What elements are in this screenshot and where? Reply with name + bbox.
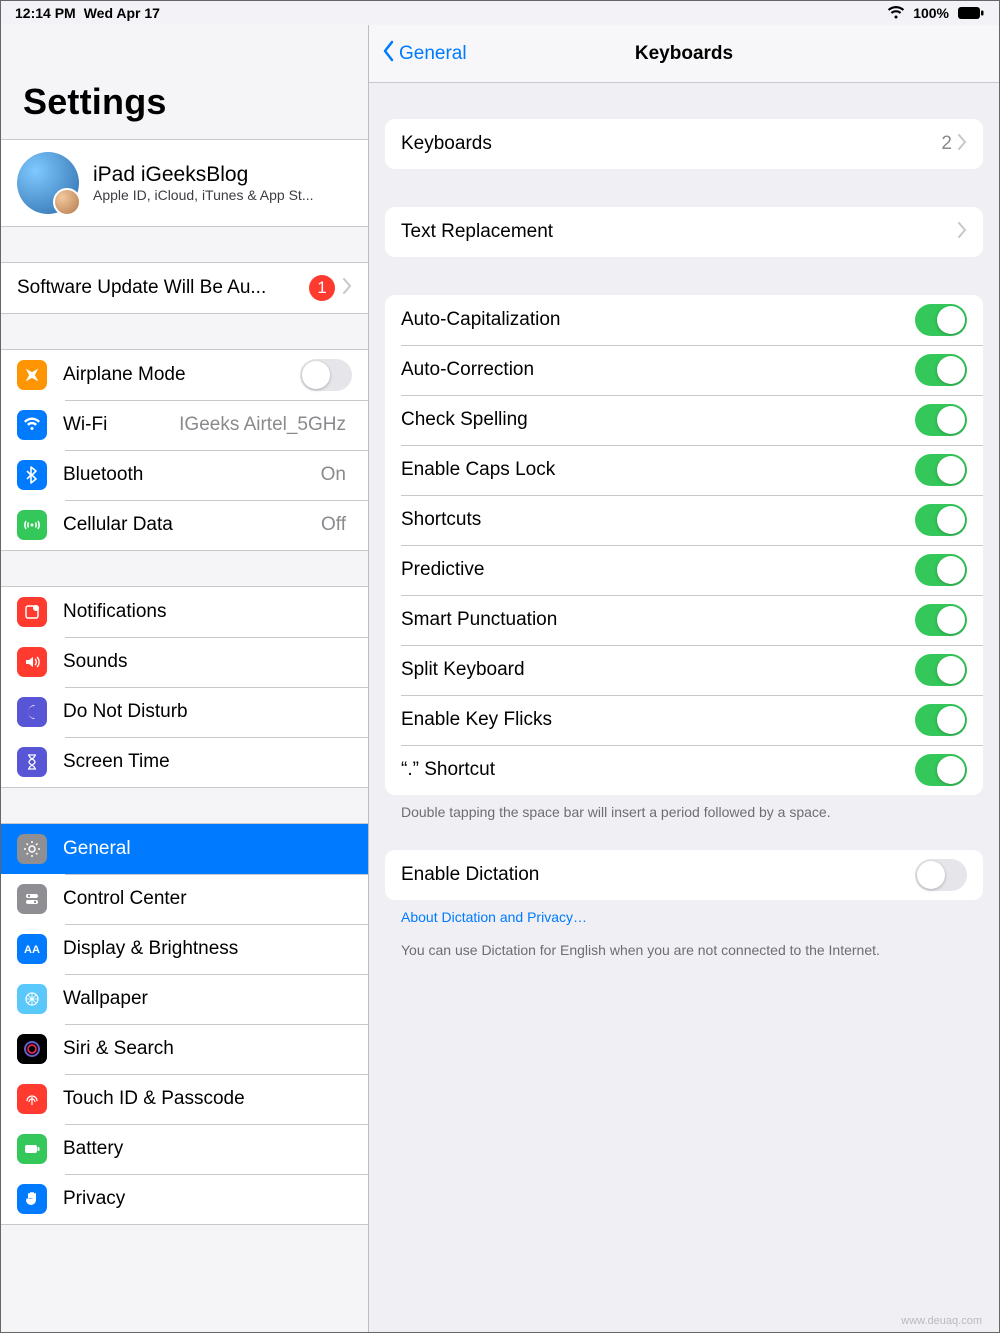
moon-icon [17, 697, 47, 727]
display-icon: AA [17, 934, 47, 964]
chevron-right-icon [958, 222, 967, 243]
airplane-toggle[interactable] [300, 359, 352, 391]
key-flicks-row[interactable]: Enable Key Flicks [385, 695, 983, 745]
toggles-footer: Double tapping the space bar will insert… [369, 795, 999, 822]
control-center-row[interactable]: Control Center [1, 874, 368, 924]
period-shortcut-toggle[interactable] [915, 754, 967, 786]
battery-icon [957, 6, 985, 20]
bluetooth-icon [17, 460, 47, 490]
sounds-row[interactable]: Sounds [1, 637, 368, 687]
auto-correction-toggle[interactable] [915, 354, 967, 386]
status-time: 12:14 PM [15, 5, 76, 21]
airplane-mode-row[interactable]: Airplane Mode [1, 350, 368, 400]
battery-pct: 100% [913, 5, 949, 21]
airplane-icon [17, 360, 47, 390]
caps-lock-row[interactable]: Enable Caps Lock [385, 445, 983, 495]
watermark: www.deuaq.com [901, 1315, 982, 1327]
key-flicks-toggle[interactable] [915, 704, 967, 736]
split-keyboard-row[interactable]: Split Keyboard [385, 645, 983, 695]
wallpaper-row[interactable]: Wallpaper [1, 974, 368, 1024]
hourglass-icon [17, 747, 47, 777]
siri-row[interactable]: Siri & Search [1, 1024, 368, 1074]
dictation-footer: You can use Dictation for English when y… [369, 927, 999, 960]
caps-lock-toggle[interactable] [915, 454, 967, 486]
badge: 1 [309, 275, 335, 301]
battery-icon [17, 1134, 47, 1164]
battery-row[interactable]: Battery [1, 1124, 368, 1174]
wifi-row[interactable]: Wi-Fi IGeeks Airtel_5GHz [1, 400, 368, 450]
detail-header: General Keyboards [369, 25, 999, 83]
sounds-icon [17, 647, 47, 677]
wifi-value: IGeeks Airtel_5GHz [179, 414, 346, 436]
cellular-row[interactable]: Cellular Data Off [1, 500, 368, 550]
wifi-icon [887, 6, 905, 20]
notifications-row[interactable]: Notifications [1, 587, 368, 637]
auto-capitalization-toggle[interactable] [915, 304, 967, 336]
back-button[interactable]: General [369, 40, 467, 68]
dictation-row[interactable]: Enable Dictation [385, 850, 983, 900]
apple-id-name: iPad iGeeksBlog [93, 163, 343, 187]
privacy-row[interactable]: Privacy [1, 1174, 368, 1224]
touchid-row[interactable]: Touch ID & Passcode [1, 1074, 368, 1124]
check-spelling-toggle[interactable] [915, 404, 967, 436]
display-row[interactable]: AA Display & Brightness [1, 924, 368, 974]
smart-punctuation-row[interactable]: Smart Punctuation [385, 595, 983, 645]
split-keyboard-toggle[interactable] [915, 654, 967, 686]
hand-icon [17, 1184, 47, 1214]
chevron-right-icon [958, 134, 967, 155]
apple-id-subtitle: Apple ID, iCloud, iTunes & App St... [93, 187, 343, 203]
auto-capitalization-row[interactable]: Auto-Capitalization [385, 295, 983, 345]
dnd-row[interactable]: Do Not Disturb [1, 687, 368, 737]
auto-correction-row[interactable]: Auto-Correction [385, 345, 983, 395]
software-update-label: Software Update Will Be Au... [17, 277, 309, 299]
fingerprint-icon [17, 1084, 47, 1114]
predictive-row[interactable]: Predictive [385, 545, 983, 595]
predictive-toggle[interactable] [915, 554, 967, 586]
notifications-icon [17, 597, 47, 627]
keyboards-row[interactable]: Keyboards 2 [385, 119, 983, 169]
status-bar: 12:14 PM Wed Apr 17 100% [1, 1, 999, 25]
status-date: Wed Apr 17 [84, 5, 160, 21]
wallpaper-icon [17, 984, 47, 1014]
apple-id-row[interactable]: iPad iGeeksBlog Apple ID, iCloud, iTunes… [1, 140, 368, 226]
period-shortcut-row[interactable]: “.” Shortcut [385, 745, 983, 795]
svg-text:AA: AA [24, 944, 40, 956]
chevron-right-icon [343, 278, 352, 299]
shortcuts-toggle[interactable] [915, 504, 967, 536]
screentime-row[interactable]: Screen Time [1, 737, 368, 787]
settings-title: Settings [1, 25, 368, 139]
dictation-link[interactable]: About Dictation and Privacy… [369, 900, 999, 927]
avatar [17, 152, 79, 214]
smart-punctuation-toggle[interactable] [915, 604, 967, 636]
cellular-icon [17, 510, 47, 540]
check-spelling-row[interactable]: Check Spelling [385, 395, 983, 445]
text-replacement-row[interactable]: Text Replacement [385, 207, 983, 257]
gear-icon [17, 834, 47, 864]
chevron-left-icon [379, 40, 397, 68]
bluetooth-row[interactable]: Bluetooth On [1, 450, 368, 500]
general-row[interactable]: General [1, 824, 368, 874]
shortcuts-row[interactable]: Shortcuts [385, 495, 983, 545]
wifi-icon [17, 410, 47, 440]
keyboards-count: 2 [941, 133, 952, 155]
siri-icon [17, 1034, 47, 1064]
switches-icon [17, 884, 47, 914]
dictation-toggle[interactable] [915, 859, 967, 891]
software-update-row[interactable]: Software Update Will Be Au... 1 [1, 263, 368, 313]
